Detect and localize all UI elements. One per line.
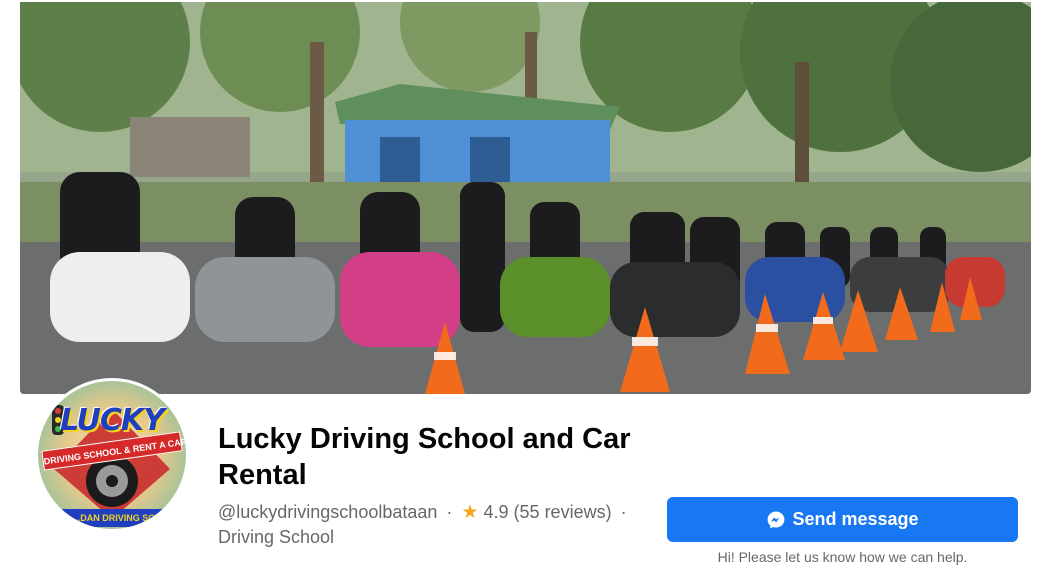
separator: · (620, 502, 627, 522)
profile-picture[interactable]: LUCKY DRIVING SCHOOL & RENT A CAR ...DAN… (35, 378, 189, 532)
logo: LUCKY DRIVING SCHOOL & RENT A CAR ...DAN… (38, 381, 186, 529)
logo-wordmark: LUCKY (60, 403, 165, 438)
separator: · (446, 502, 453, 522)
logo-bottom-text: ...DAN DRIVING SCH (62, 509, 172, 527)
page-category[interactable]: Driving School (218, 527, 334, 547)
page-username[interactable]: @luckydrivingschoolbataan (218, 502, 437, 522)
cover-photo-scene (20, 2, 1031, 394)
rating-value: 4.9 (483, 502, 509, 522)
messenger-icon (768, 511, 785, 528)
cover-photo[interactable] (20, 2, 1031, 394)
helper-text: Hi! Please let us know how we can help. (717, 549, 968, 565)
page-title: Lucky Driving School and Car Rental (218, 423, 631, 491)
reviews-link[interactable]: (55 reviews) (514, 502, 612, 522)
send-message-button[interactable]: Send message (667, 497, 1018, 542)
star-icon: ★ (461, 502, 479, 523)
send-message-label: Send message (792, 509, 919, 529)
page-meta: @luckydrivingschoolbataan · ★ 4.9 (55 re… (218, 500, 658, 549)
